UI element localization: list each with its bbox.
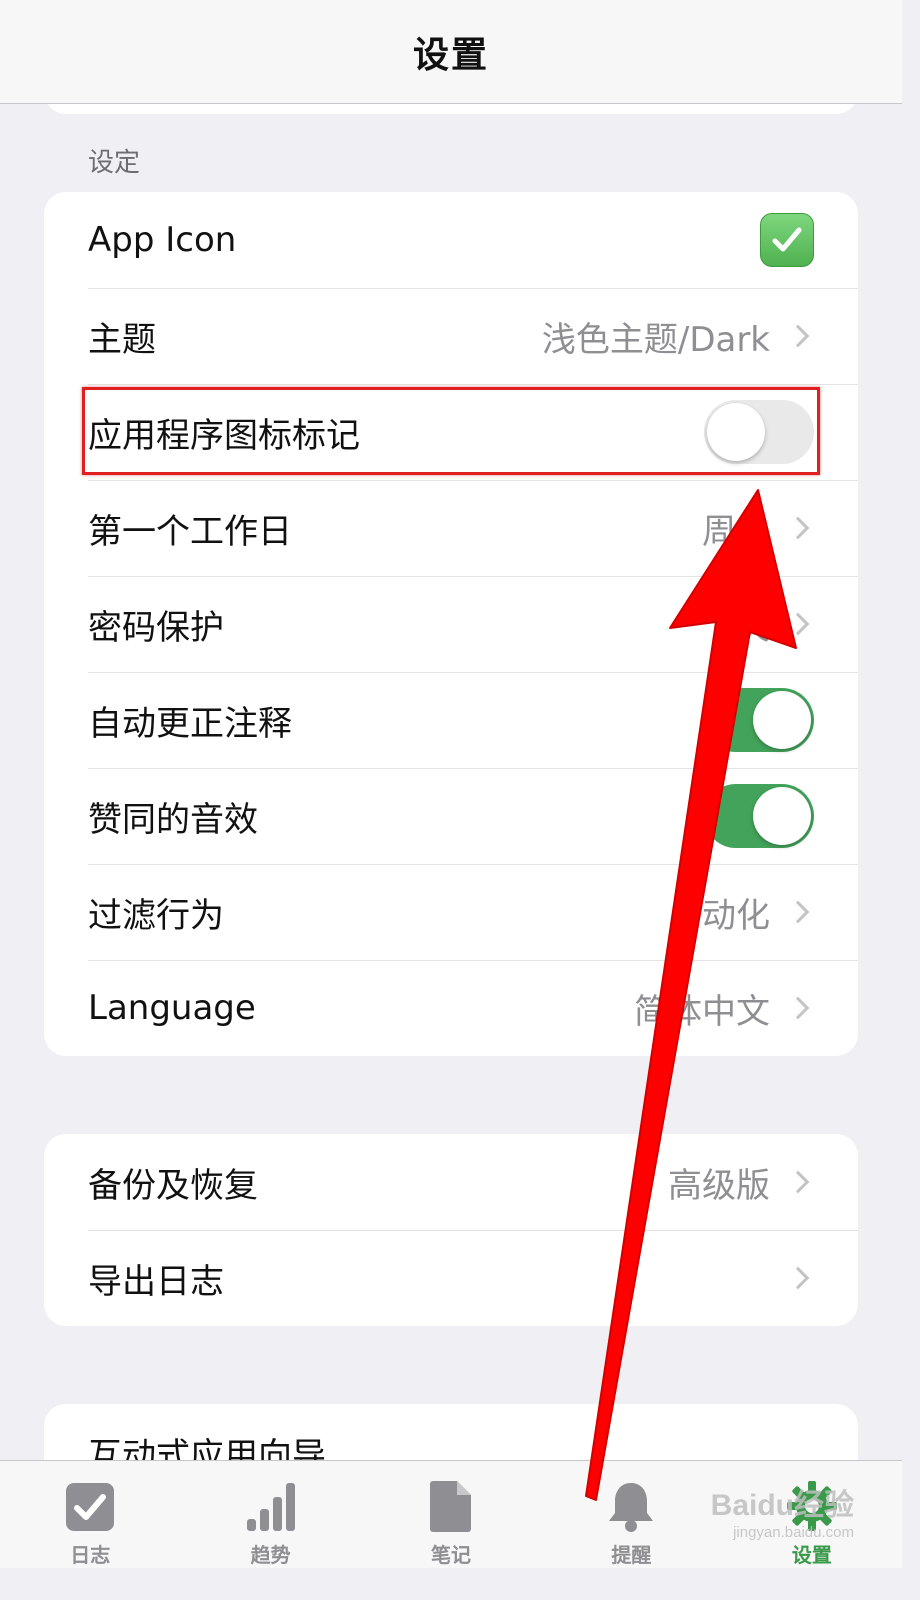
row-theme[interactable]: 主题 浅色主题/Dark — [44, 288, 858, 384]
checkbox-icon — [60, 1475, 120, 1533]
tab-journal[interactable]: 日志 — [0, 1461, 180, 1568]
watermark-main: Baidu经验 — [710, 1489, 854, 1522]
tab-label: 设置 — [791, 1543, 832, 1567]
row-sound-effects: 赞同的音效 — [44, 768, 858, 864]
tab-label: 提醒 — [611, 1543, 652, 1567]
row-label: 导出日志 — [88, 1261, 224, 1302]
app-badge-toggle[interactable] — [704, 400, 814, 464]
row-label: 主题 — [88, 319, 156, 360]
toggle-knob — [753, 691, 811, 749]
row-language[interactable]: Language 简体中文 — [44, 960, 858, 1056]
row-autocorrect-notes: 自动更正注释 — [44, 672, 858, 768]
settings-card: App Icon 主题 浅色主题/Dark 应用程序图标标记 第一个工作日 周日 — [44, 192, 858, 1056]
row-label: 自动更正注释 — [88, 703, 292, 744]
sound-effects-toggle[interactable] — [704, 784, 814, 848]
navigation-bar: 设置 — [0, 0, 902, 104]
row-value: 自动化 — [668, 895, 770, 936]
tab-trends[interactable]: 趋势 — [180, 1461, 360, 1568]
row-value: 关 — [736, 607, 770, 648]
watermark-sub: jingyan.baidu.com — [733, 1524, 854, 1541]
row-value: 浅色主题/Dark — [541, 319, 770, 360]
row-label: 应用程序图标标记 — [88, 415, 360, 456]
row-label: 赞同的音效 — [88, 799, 258, 840]
toggle-knob — [707, 403, 765, 461]
row-label: 备份及恢复 — [88, 1165, 258, 1206]
chevron-right-icon — [786, 324, 810, 348]
section-header-settings: 设定 — [88, 148, 141, 178]
document-icon — [421, 1475, 481, 1533]
autocorrect-toggle[interactable] — [704, 688, 814, 752]
row-app-badge: 应用程序图标标记 — [44, 384, 858, 480]
watermark: Baidu经验 jingyan.baidu.com — [711, 1480, 854, 1541]
page-title: 设置 — [412, 34, 489, 76]
row-value: 周日 — [702, 511, 770, 552]
row-backup-restore[interactable]: 备份及恢复 高级版 — [44, 1134, 858, 1230]
row-filter-behavior[interactable]: 过滤行为 自动化 — [44, 864, 858, 960]
row-label: Language — [88, 988, 256, 1028]
bar-chart-icon — [241, 1475, 301, 1533]
bell-icon — [601, 1475, 661, 1533]
row-label: 过滤行为 — [88, 895, 224, 936]
row-label: App Icon — [88, 220, 237, 260]
row-label: 密码保护 — [88, 607, 224, 648]
backup-card: 备份及恢复 高级版 导出日志 — [44, 1134, 858, 1326]
row-export-log[interactable]: 导出日志 — [44, 1230, 858, 1326]
chevron-right-icon — [786, 1170, 810, 1194]
tab-label: 日志 — [70, 1543, 111, 1567]
row-value: 简体中文 — [634, 991, 770, 1032]
chevron-right-icon — [786, 612, 810, 636]
row-first-weekday[interactable]: 第一个工作日 周日 — [44, 480, 858, 576]
app-icon-preview-icon — [760, 213, 814, 267]
row-passcode[interactable]: 密码保护 关 — [44, 576, 858, 672]
tab-label: 笔记 — [431, 1543, 472, 1567]
chevron-right-icon — [786, 516, 810, 540]
chevron-right-icon — [786, 996, 810, 1020]
row-value: 高级版 — [668, 1165, 770, 1206]
tab-notes[interactable]: 笔记 — [361, 1461, 541, 1568]
settings-screen: 设置 设定 App Icon 主题 浅色主题/Dark 应用程序图标标记 第一个… — [0, 0, 902, 1568]
tab-reminders[interactable]: 提醒 — [541, 1461, 721, 1568]
chevron-right-icon — [786, 900, 810, 924]
row-app-icon[interactable]: App Icon — [44, 192, 858, 288]
chevron-right-icon — [786, 1266, 810, 1290]
tab-label: 趋势 — [250, 1543, 291, 1567]
toggle-knob — [753, 787, 811, 845]
row-label: 第一个工作日 — [88, 511, 292, 552]
